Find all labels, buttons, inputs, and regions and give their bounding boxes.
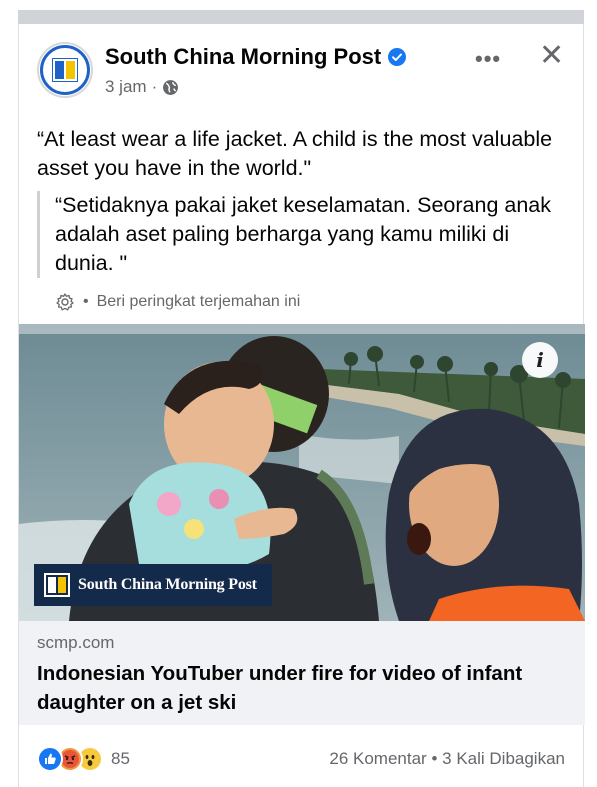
watermark-text: South China Morning Post: [78, 576, 257, 593]
globe-icon: [163, 79, 179, 95]
like-reaction-icon: [37, 746, 63, 772]
meta-separator: ·: [151, 77, 158, 96]
link-domain: scmp.com: [37, 633, 115, 652]
rating-bullet: •: [83, 293, 89, 310]
more-icon[interactable]: •••: [475, 46, 501, 72]
close-icon[interactable]: ✕: [539, 38, 564, 73]
translated-text: “Setidaknya pakai jaket keselamatan. Seo…: [37, 191, 567, 278]
stats-bullet: •: [431, 749, 438, 768]
rating-label[interactable]: Beri peringkat terjemahan ini: [97, 293, 301, 311]
scmp-logo: [40, 45, 90, 95]
info-icon[interactable]: i: [522, 342, 558, 378]
gear-icon: [56, 293, 74, 311]
page-name-link[interactable]: South China Morning Post: [105, 44, 407, 70]
comments-count[interactable]: 26 Komentar: [329, 749, 426, 768]
top-divider: [18, 10, 584, 24]
page-name[interactable]: South China Morning Post: [105, 44, 381, 70]
post-time[interactable]: 3 jam: [105, 77, 147, 97]
scmp-watermark: South China Morning Post: [34, 564, 272, 606]
post-photo[interactable]: i South China Morning Post: [19, 324, 585, 621]
engagement-stats: 26 Komentar • 3 Kali Dibagikan: [329, 749, 565, 769]
left-margin: [0, 0, 18, 787]
link-preview[interactable]: scmp.com Indonesian YouTuber under fire …: [19, 621, 585, 725]
post-text: “At least wear a life jacket. A child is…: [37, 127, 553, 180]
shares-count[interactable]: 3 Kali Dibagikan: [442, 749, 565, 768]
page-avatar[interactable]: [37, 42, 93, 98]
translation-rating[interactable]: • Beri peringkat terjemahan ini: [55, 292, 300, 312]
link-title[interactable]: Indonesian YouTuber under fire for video…: [37, 659, 557, 717]
reaction-count: 85: [111, 749, 130, 768]
verified-icon: [388, 48, 407, 66]
post-meta: 3 jam ·: [105, 77, 179, 97]
post-card: South China Morning Post 3 jam · ••• ✕ “…: [18, 24, 585, 787]
reactions-summary[interactable]: 85: [37, 746, 130, 772]
watermark-logo: [44, 573, 70, 597]
